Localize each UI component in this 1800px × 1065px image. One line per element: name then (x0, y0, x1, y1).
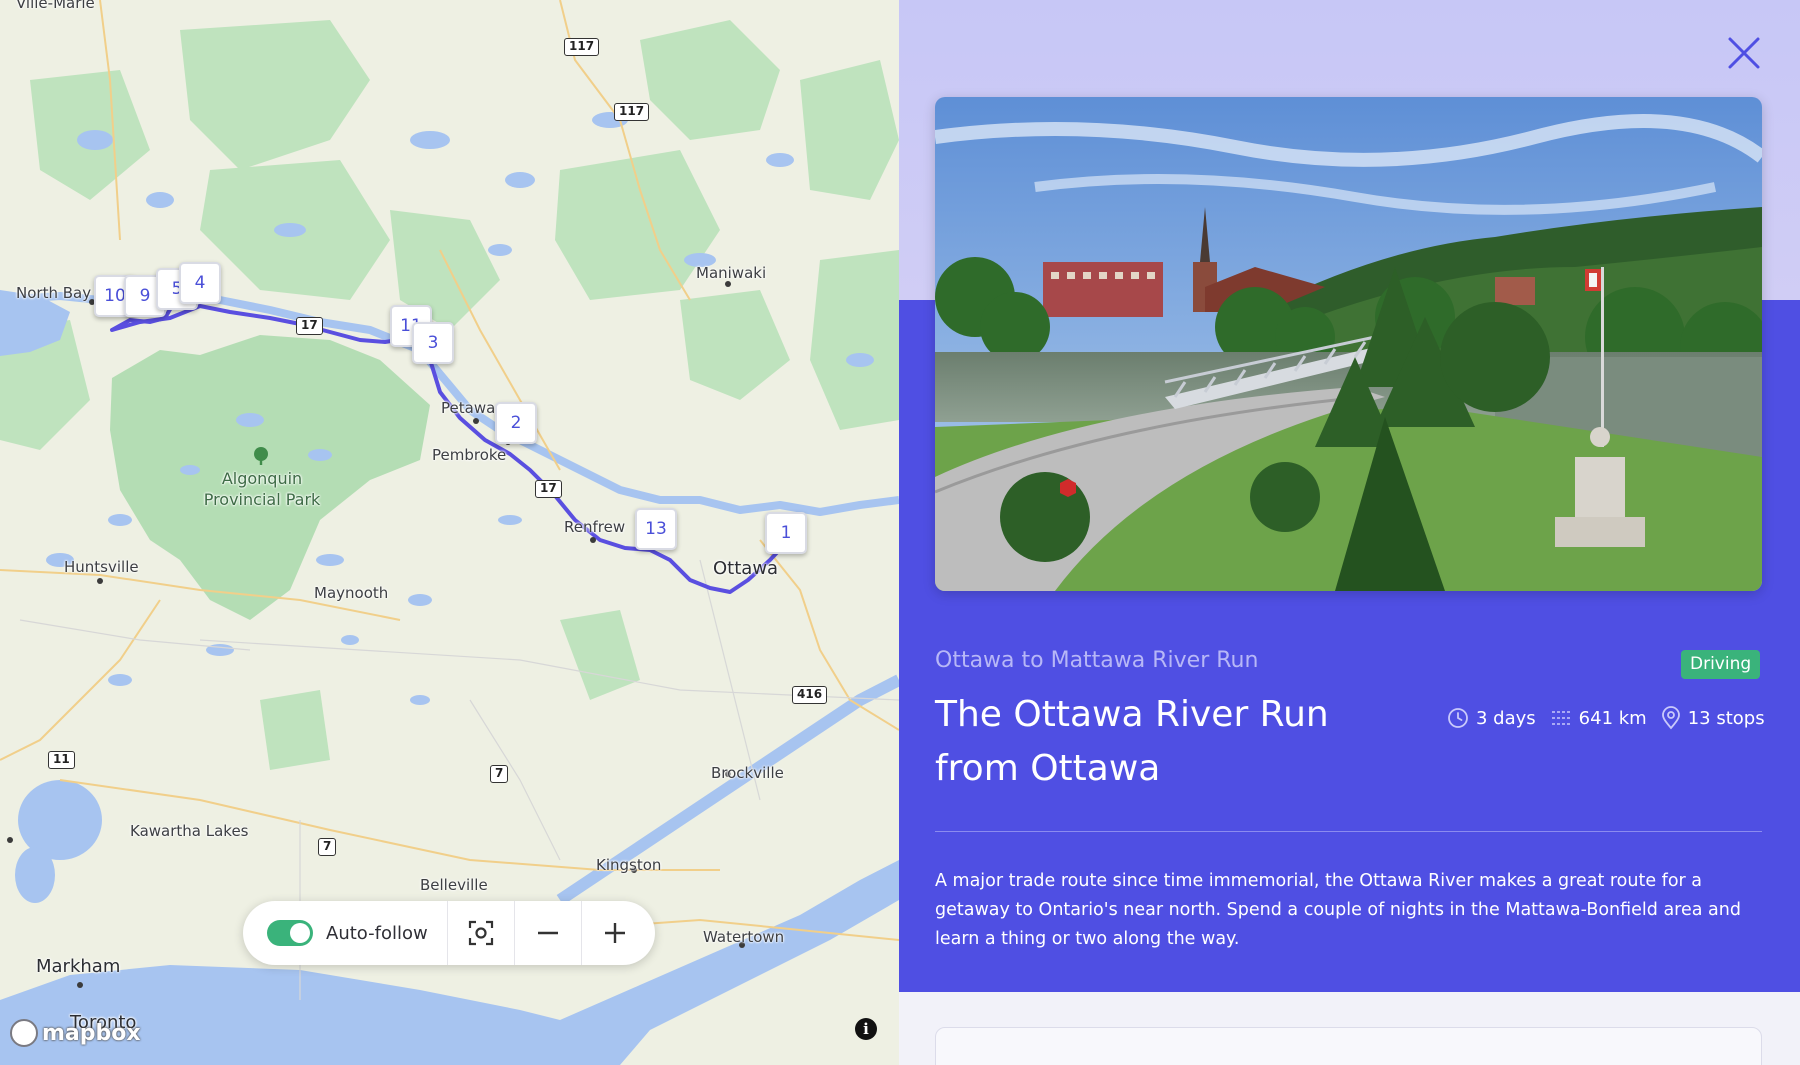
distance-icon (1551, 711, 1570, 725)
place-label-brockville: Brockville (711, 764, 784, 782)
place-label-algonquin: Algonquin Provincial Park (196, 468, 328, 510)
zoom-out-button[interactable] (514, 901, 581, 965)
stat-duration: 3 days (1447, 707, 1536, 729)
stat-stops-value: 13 stops (1687, 707, 1765, 729)
algonquin-line-1: Algonquin (221, 469, 303, 488)
close-button[interactable] (1721, 30, 1767, 76)
highway-shield: 416 (792, 686, 828, 704)
stop-marker-1[interactable]: 1 (765, 512, 807, 554)
stat-stops: 13 stops (1661, 706, 1765, 730)
hero-image (935, 97, 1762, 591)
recenter-icon (468, 920, 494, 946)
place-label-markham: Markham (36, 956, 121, 977)
mapbox-logo[interactable]: mapbox (10, 1019, 141, 1047)
trip-description: A major trade route since time immemoria… (935, 871, 1741, 949)
place-label-belleville: Belleville (420, 876, 488, 894)
place-label-maniwaki: Maniwaki (696, 264, 767, 282)
stat-duration-value: 3 days (1476, 707, 1536, 729)
map-view[interactable]: Ville-Marie North Bay Maniwaki Petawawa … (0, 0, 899, 1065)
stop-marker-13[interactable]: 13 (635, 508, 677, 550)
place-label-ottawa: Ottawa (713, 558, 779, 579)
place-label-renfrew: Renfrew (564, 518, 626, 536)
algonquin-line-2: Provincial Park (203, 490, 321, 509)
auto-follow-toggle[interactable] (267, 920, 313, 946)
auto-follow-label: Auto-follow (326, 922, 428, 944)
place-label-north-bay: North Bay (16, 284, 92, 302)
stop-marker-4[interactable]: 4 (179, 262, 221, 304)
highway-shield: 7 (318, 838, 337, 856)
highway-shield: 7 (490, 765, 509, 783)
mapbox-icon (10, 1019, 38, 1047)
stat-distance-value: 641 km (1578, 707, 1647, 729)
trip-title: The Ottawa River Run from Ottawa (935, 694, 1329, 789)
minus-icon (538, 931, 558, 935)
zoom-in-button[interactable] (581, 901, 648, 965)
info-icon[interactable]: i (855, 1018, 877, 1040)
highway-shield: 117 (614, 103, 650, 121)
trip-stats: 3 days 641 km 13 stops (1447, 706, 1765, 730)
map-controls: Auto-follow (243, 901, 655, 965)
toggle-knob (290, 923, 310, 943)
place-label-huntsville: Huntsville (64, 558, 139, 576)
clock-icon (1448, 708, 1468, 728)
stop-marker-2[interactable]: 2 (495, 402, 537, 444)
stat-distance: 641 km (1550, 707, 1647, 729)
plus-icon (605, 923, 625, 943)
recenter-button[interactable] (447, 901, 514, 965)
trip-detail-panel: Ottawa to Mattawa River Run Driving The … (899, 0, 1800, 1065)
highway-shield: 117 (564, 38, 600, 56)
highway-shield: 11 (48, 751, 75, 769)
trip-viewer: Ville-Marie North Bay Maniwaki Petawawa … (0, 0, 1800, 1065)
next-card (935, 1027, 1762, 1065)
stop-marker-3[interactable]: 3 (412, 322, 454, 364)
location-pin-icon (1661, 706, 1680, 730)
mapbox-wordmark: mapbox (42, 1020, 141, 1046)
trip-subtitle: Ottawa to Mattawa River Run (935, 648, 1259, 673)
place-label-watertown: Watertown (703, 928, 785, 946)
place-label-maynooth: Maynooth (314, 584, 389, 602)
place-label-kawartha-lakes: Kawartha Lakes (130, 822, 249, 840)
highway-shield: 17 (296, 317, 323, 335)
section-divider (935, 831, 1762, 832)
hero-photo (935, 97, 1762, 591)
travel-mode-badge: Driving (1681, 650, 1761, 679)
place-label-kingston: Kingston (596, 856, 662, 874)
highway-shield: 17 (535, 480, 562, 498)
close-icon (1728, 37, 1760, 69)
place-label-ville-marie: Ville-Marie (16, 0, 95, 12)
place-label-pembroke: Pembroke (432, 446, 507, 464)
